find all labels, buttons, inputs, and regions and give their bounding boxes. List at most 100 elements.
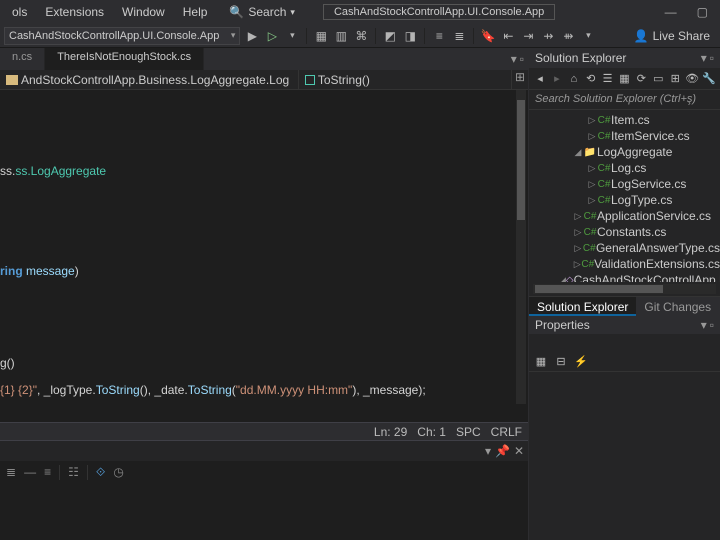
expand-icon[interactable]: ▷: [573, 227, 583, 238]
filter-icon[interactable]: ☰: [601, 71, 615, 87]
expand-icon[interactable]: ▷: [573, 243, 583, 254]
scrollbar-horizontal[interactable]: [533, 284, 716, 294]
chevron-down-icon[interactable]: ▾: [284, 28, 300, 44]
status-col: Ch: 1: [417, 425, 446, 439]
tool-icon[interactable]: —: [24, 465, 36, 480]
tab-git-changes[interactable]: Git Changes: [636, 297, 719, 316]
tree-item[interactable]: ▷C#LogType.cs: [529, 192, 720, 208]
expand-icon[interactable]: ▷: [573, 211, 583, 222]
solution-explorer-search[interactable]: Search Solution Explorer (Ctrl+ş): [529, 90, 720, 110]
search-box[interactable]: 🔍 Search ▾: [223, 5, 301, 19]
properties-icon[interactable]: ⊞: [668, 71, 682, 87]
code-editor[interactable]: ss.ss.LogAggregate ring message) g() {1}…: [0, 90, 528, 422]
split-icon[interactable]: ⊞: [512, 70, 528, 89]
tree-item[interactable]: ▷C#ItemService.cs: [529, 128, 720, 144]
tool-icon[interactable]: ≣: [6, 465, 16, 480]
save-all-icon[interactable]: ⌘: [353, 28, 369, 44]
outdent-icon[interactable]: ≣: [451, 28, 467, 44]
expand-icon[interactable]: ▷: [573, 259, 581, 270]
menu-tools[interactable]: ols: [4, 2, 35, 22]
tool-icon[interactable]: ≡: [44, 465, 51, 480]
startup-project-combo[interactable]: CashAndStockControllApp.UI.Console.App: [4, 27, 240, 45]
pin-icon[interactable]: 📌: [495, 444, 510, 458]
file-icon: ◇: [566, 275, 574, 283]
home-icon[interactable]: ⌂: [567, 71, 581, 87]
tree-item[interactable]: ▷C#Item.cs: [529, 112, 720, 128]
scroll-thumb[interactable]: [535, 285, 663, 293]
pin-icon[interactable]: ▫: [710, 318, 714, 332]
pin-icon[interactable]: ▫: [520, 52, 524, 66]
tool-icon[interactable]: ⟐: [96, 465, 105, 480]
new-item-icon[interactable]: ▦: [313, 28, 329, 44]
tree-item[interactable]: ◢◇CashAndStockControllApp.Data.txt: [529, 272, 720, 282]
expand-icon[interactable]: ▷: [587, 163, 597, 174]
wrench-icon[interactable]: 🔧: [702, 71, 716, 87]
solution-tree[interactable]: ▷C#Item.cs▷C#ItemService.cs◢📁LogAggregat…: [529, 110, 720, 282]
chevron-down-icon[interactable]: ▾: [701, 318, 707, 332]
expand-icon[interactable]: ▷: [587, 115, 597, 126]
preview-icon[interactable]: 👁: [685, 71, 699, 87]
showall-icon[interactable]: ▦: [618, 71, 632, 87]
chevron-down-icon[interactable]: ▾: [701, 51, 707, 65]
main-toolbar: CashAndStockControllApp.UI.Console.App ▶…: [0, 24, 720, 48]
chevron-down-icon[interactable]: ▾: [485, 444, 491, 458]
tree-item[interactable]: ▷C#ValidationExtensions.cs: [529, 256, 720, 272]
tree-item[interactable]: ▷C#ApplicationService.cs: [529, 208, 720, 224]
expand-icon[interactable]: ▷: [587, 131, 597, 142]
fwd-icon[interactable]: ▸: [550, 71, 564, 87]
nav-member-combo[interactable]: ToString(): [299, 70, 512, 89]
expand-icon[interactable]: ▷: [587, 195, 597, 206]
events-icon[interactable]: ⚡: [573, 353, 589, 369]
menu-extensions[interactable]: Extensions: [37, 2, 112, 22]
tree-item[interactable]: ◢📁LogAggregate: [529, 144, 720, 160]
menu-help[interactable]: Help: [175, 2, 216, 22]
bookmark-icon[interactable]: ⇻: [560, 28, 576, 44]
tree-item-label: ValidationExtensions.cs: [594, 257, 720, 271]
scrollbar-vertical[interactable]: [516, 90, 526, 404]
nav-class-combo[interactable]: AndStockControllApp.Business.LogAggregat…: [0, 70, 299, 89]
tool-icon[interactable]: ◨: [402, 28, 418, 44]
tool-icon[interactable]: ◩: [382, 28, 398, 44]
bookmark-next-icon[interactable]: ⇥: [520, 28, 536, 44]
file-icon: C#: [597, 195, 611, 206]
menu-window[interactable]: Window: [114, 2, 173, 22]
categorize-icon[interactable]: ▦: [533, 353, 549, 369]
clock-icon[interactable]: ◷: [113, 465, 123, 480]
expand-icon[interactable]: ◢: [573, 147, 583, 158]
pin-icon[interactable]: ▫: [710, 51, 714, 65]
bottom-panel: ▾ 📌 ✕ ≣ — ≡ ☷ ⟐ ◷: [0, 440, 528, 540]
tool-icon[interactable]: ☷: [68, 465, 79, 480]
code-text: ), _message);: [352, 383, 425, 397]
doc-tab-active[interactable]: ThereIsNotEnoughStock.cs: [45, 48, 204, 70]
live-share-button[interactable]: 👤 Live Share: [634, 29, 716, 43]
chevron-down-icon[interactable]: ▾: [511, 52, 517, 66]
start-nodebug-icon[interactable]: ▷: [264, 28, 280, 44]
close-icon[interactable]: ✕: [514, 444, 524, 458]
doc-tab[interactable]: n.cs: [0, 48, 45, 70]
minimize-button[interactable]: —: [665, 5, 677, 19]
tree-item-label: Item.cs: [611, 113, 650, 127]
tree-item[interactable]: ▷C#LogService.cs: [529, 176, 720, 192]
back-icon[interactable]: ◂: [533, 71, 547, 87]
sync-icon[interactable]: ⟲: [584, 71, 598, 87]
indent-icon[interactable]: ≡: [431, 28, 447, 44]
bookmark-prev-icon[interactable]: ⇤: [500, 28, 516, 44]
collapse-icon[interactable]: ▭: [651, 71, 665, 87]
method-icon: [305, 75, 315, 85]
open-icon[interactable]: ▥: [333, 28, 349, 44]
bookmark-icon[interactable]: ⇸: [540, 28, 556, 44]
tree-item[interactable]: ▷C#GeneralAnswerType.cs: [529, 240, 720, 256]
status-spc: SPC: [456, 425, 481, 439]
tree-item[interactable]: ▷C#Log.cs: [529, 160, 720, 176]
maximize-button[interactable]: ▢: [697, 5, 708, 19]
chevron-down-icon[interactable]: ▾: [580, 28, 596, 44]
refresh-icon[interactable]: ⟳: [634, 71, 648, 87]
sort-icon[interactable]: ⊟: [553, 353, 569, 369]
tree-item[interactable]: ▷C#Constants.cs: [529, 224, 720, 240]
scroll-thumb[interactable]: [517, 100, 525, 220]
expand-icon[interactable]: ◢: [559, 275, 566, 283]
tab-solution-explorer[interactable]: Solution Explorer: [529, 297, 636, 316]
bookmark-icon[interactable]: 🔖: [480, 28, 496, 44]
start-button[interactable]: ▶: [244, 28, 260, 44]
expand-icon[interactable]: ▷: [587, 179, 597, 190]
